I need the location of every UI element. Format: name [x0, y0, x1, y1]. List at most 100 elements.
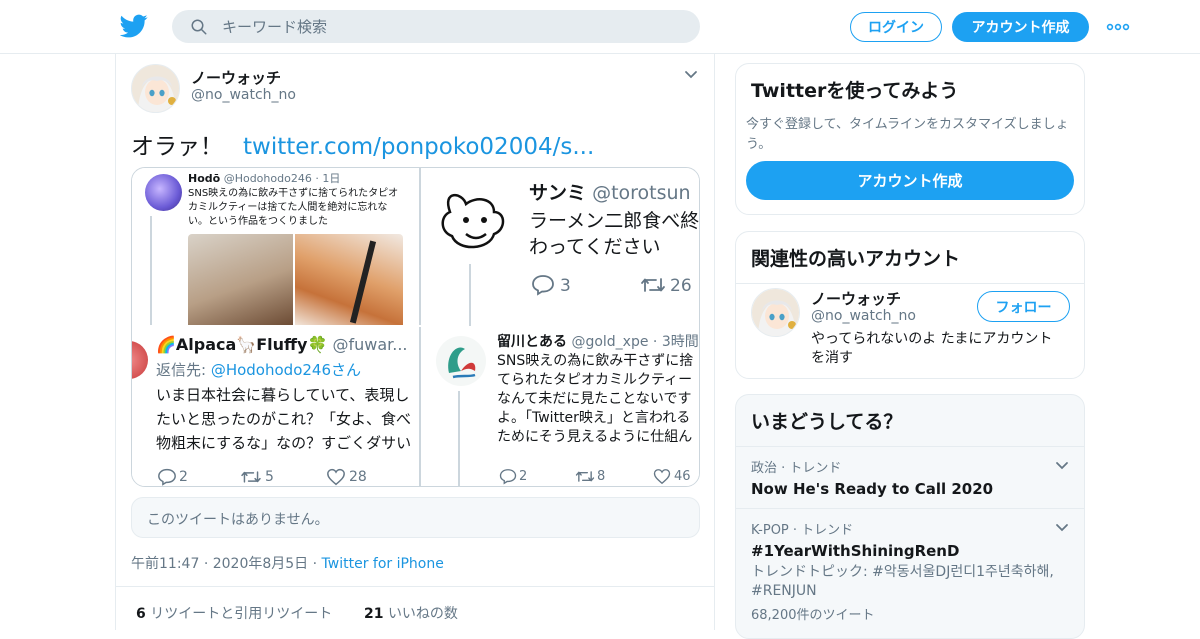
panel-1-header: Hodō @Hodohodo246 · 1日 [188, 172, 403, 186]
tweet-date[interactable]: 2020年8月5日 [213, 556, 308, 572]
avatar-illustration [752, 289, 799, 336]
panel-4-like-count: 46 [674, 469, 691, 484]
panel-3-reply-to: 返信先: @Hodohodo246さん [156, 359, 416, 380]
signup-button[interactable]: アカウント作成 [952, 12, 1089, 42]
panel-3-handle: @fuwar... [332, 335, 408, 354]
trends-card: いまどうしてる？ 政治 · トレンド Now He's Ready to Cal… [735, 394, 1085, 639]
panel-3-reply-count: 2 [179, 469, 188, 485]
media-panel-4: 留川とある @gold_xpe · 3時間 SNS映えの為に飲み干さずに捨てられ… [424, 327, 699, 486]
reply-to-handle: @Hodohodo246さん [210, 361, 361, 379]
author-name[interactable]: ノーウォッチ [191, 67, 281, 88]
panel-2-avatar [432, 182, 512, 262]
related-accounts-card: 関連性の高いアカウント ノーウォッチ @no_watch_no やってられないの… [735, 231, 1085, 379]
related-accounts-title: 関連性の高いアカウント [736, 232, 1084, 284]
panel-3-header: 🌈Alpaca🦙Fluffy🍀 @fuwar... [156, 335, 416, 354]
related-account-handle[interactable]: @no_watch_no [811, 308, 916, 324]
panel-2-header: サンミ @torotsun [529, 178, 691, 205]
like-icon [653, 469, 671, 485]
thread-line [150, 216, 152, 326]
retweet-icon [241, 471, 261, 483]
login-button[interactable]: ログイン [850, 12, 942, 42]
retweet-label: リツイートと引用リツイート [150, 606, 333, 622]
tweet-text: オラァ！ twitter.com/ponpoko02004/s... [131, 127, 594, 161]
quoted-tweet-unavailable: このツイートはありません。 [131, 497, 700, 538]
related-account-bio: やってられないのよ たまにアカウントを消す [811, 331, 1053, 366]
signup-card-title: Twitterを使ってみよう [751, 80, 959, 102]
panel-4-text: SNS映えの為に飲み干さずに捨てられたタピオカミルクティーなんて未だに見たことな… [497, 353, 694, 445]
media-panel-2: サンミ @torotsun ラーメン二郎食べ終わってください 3 26 [424, 168, 700, 326]
trend-category: K-POP · トレンド [751, 523, 854, 538]
follow-button[interactable]: フォロー [977, 291, 1070, 322]
avatar-illustration [132, 65, 179, 112]
tweet-detail: ノーウォッチ @no_watch_no オラァ！ twitter.com/ponp… [115, 54, 715, 630]
panel-3-name: 🌈Alpaca🦙Fluffy🍀 [156, 335, 328, 354]
retweet-icon [575, 471, 595, 482]
panel-2-handle: @torotsun [592, 182, 691, 204]
panel-divider-vertical [419, 168, 421, 486]
panel-3-retweet-count: 5 [265, 469, 274, 485]
signup-card: Twitterを使ってみよう 今すぐ登録して、タイムラインをカスタマイズしましょ… [735, 63, 1085, 215]
panel-4-time: · 3時間 [652, 334, 699, 350]
signup-card-button[interactable]: アカウント作成 [746, 161, 1074, 200]
media-panel-3: 🌈Alpaca🦙Fluffy🍀 @fuwar... 返信先: @Hodohodo… [132, 327, 419, 486]
panel-2-reply-count: 3 [560, 276, 571, 296]
search-icon [191, 19, 207, 35]
panel-1-name: Hodō [188, 172, 221, 185]
chevron-down-icon[interactable] [1055, 459, 1069, 473]
retweet-count: 6 [136, 606, 146, 622]
tweet-metadata: 午前11:47 · 2020年8月5日 · Twitter for iPhone [131, 556, 444, 572]
tweet-source-link[interactable]: Twitter for iPhone [322, 556, 444, 572]
tweet-media[interactable]: Hodō @Hodohodo246 · 1日 SNS映えの為に飲み干さずに捨てら… [131, 167, 700, 487]
panel-4-handle: @gold_xpe [571, 334, 649, 350]
reply-icon [158, 468, 176, 486]
trends-title: いまどうしてる？ [751, 411, 903, 433]
panel-4-retweet-count: 8 [597, 469, 606, 484]
top-bar: ログイン アカウント作成 [0, 0, 1200, 54]
reply-to-label: 返信先: [156, 361, 211, 379]
like-icon [327, 468, 345, 486]
reply-icon [499, 469, 517, 485]
media-panel-1: Hodō @Hodohodo246 · 1日 SNS映えの為に飲み干さずに捨てら… [132, 168, 419, 326]
author-handle[interactable]: @no_watch_no [191, 87, 296, 103]
chevron-down-icon[interactable] [1055, 521, 1069, 535]
panel-1-handle: @Hodohodo246 [223, 172, 312, 185]
author-avatar[interactable] [131, 64, 180, 113]
tweet-body: オラァ！ [131, 134, 223, 160]
chevron-down-icon[interactable] [684, 68, 698, 82]
trend-category: 政治 · トレンド [751, 461, 842, 476]
twitter-logo-icon[interactable] [120, 12, 148, 40]
more-options-icon[interactable] [1106, 17, 1130, 37]
search-bar[interactable] [172, 10, 700, 43]
panel-4-avatar [436, 336, 486, 386]
trend-item[interactable]: 政治 · トレンド Now He's Ready to Call 2020 [736, 446, 1084, 508]
trend-item[interactable]: K-POP · トレンド #1YearWithShiningRenD トレンドト… [736, 508, 1084, 633]
panel-4-header: 留川とある @gold_xpe · 3時間 [497, 331, 699, 351]
photo-tapioca-cups [188, 234, 293, 326]
retweet-icon [641, 278, 665, 292]
related-account-avatar[interactable] [751, 288, 800, 337]
panel-1-time: · 1日 [315, 172, 341, 185]
tweet-link[interactable]: twitter.com/ponpoko02004/s... [243, 134, 594, 160]
panel-4-name: 留川とある [497, 334, 567, 350]
panel-3-like-count: 28 [349, 469, 367, 485]
trend-tweet-count: 68,200件のツイート [751, 608, 875, 623]
panel-4-reply-count: 2 [519, 469, 528, 484]
like-stat[interactable]: 21 いいねの数 [364, 603, 458, 623]
signup-card-description: 今すぐ登録して、タイムラインをカスタマイズしましょう。 [746, 117, 1069, 152]
search-input[interactable] [222, 10, 682, 43]
trend-description: トレンドトピック: #악동서울DJ런디1주년축하해, #RENJUN [751, 564, 1054, 599]
retweet-stat[interactable]: 6 リツイートと引用リツイート [136, 603, 332, 623]
like-count: 21 [364, 606, 384, 622]
panel-2-text: ラーメン二郎食べ終わってください [529, 210, 700, 258]
trend-name: #1YearWithShiningRenD [751, 542, 960, 560]
thread-line [458, 391, 460, 486]
like-label: いいねの数 [387, 606, 458, 622]
trend-name: Now He's Ready to Call 2020 [751, 480, 994, 498]
panel-1-avatar [145, 174, 182, 211]
panel-1-text: SNS映えの為に飲み干さずに捨てられたタピオカミルクティーは捨てた人間を絶対に忘… [188, 188, 399, 227]
tweet-time[interactable]: 午前11:47 [131, 556, 199, 572]
thread-line [469, 264, 471, 326]
related-account-name[interactable]: ノーウォッチ [811, 288, 901, 309]
panel-2-retweet-count: 26 [670, 276, 692, 296]
tweet-stats: 6 リツイートと引用リツイート 21 いいねの数 [116, 586, 714, 630]
